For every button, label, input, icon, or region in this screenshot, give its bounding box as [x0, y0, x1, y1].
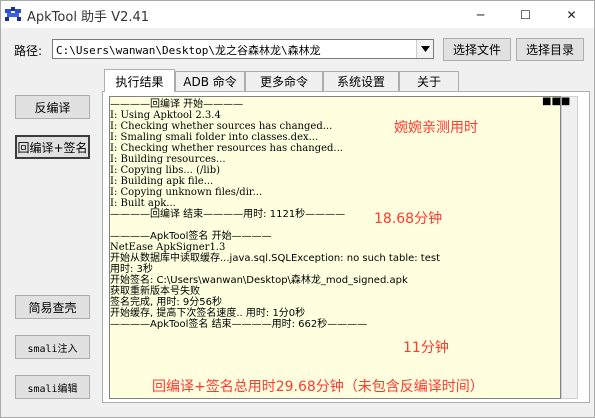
log-output[interactable]: ————回编译 开始———— I: Using Apktool 2.3.4 I:…	[109, 96, 561, 399]
shell-check-button[interactable]: 简易查壳	[15, 295, 90, 319]
window-title: ApkTool 助手 V2.41	[27, 10, 150, 25]
log-scrollbar[interactable]	[561, 96, 578, 399]
log-line: 用时: 3秒	[110, 264, 153, 275]
log-line: I: Smaling smali folder into classes.dex…	[110, 132, 319, 143]
log-line: I: Copying libs... (/lib)	[110, 165, 221, 176]
path-value: C:\Users\wanwan\Desktop\龙之谷森林龙\森林龙	[56, 44, 321, 57]
log-line: 开始从数据库中读取缓存...java.sql.SQLException: no …	[110, 253, 441, 264]
maximize-button[interactable]: ☐	[503, 1, 548, 28]
annotation-sign-time: 11分钟	[403, 340, 449, 356]
minimize-icon: ─	[476, 7, 485, 22]
log-line: 开始缓存, 提高下次签名速度.. 用时: 1分0秒	[110, 308, 306, 319]
recompile-sign-button[interactable]: 回编译+签名	[15, 135, 90, 159]
annotation-total-time: 回编译+签名总用时29.68分钟（未包含反编译时间）	[152, 379, 484, 395]
app-logo-icon	[5, 7, 21, 21]
annotation-measured-by: 婉婉亲测用时	[394, 120, 478, 136]
select-file-button[interactable]: 选择文件	[443, 38, 511, 61]
log-line: I: Checking whether sources has changed.…	[110, 121, 333, 132]
log-line: NetEase ApkSigner1.3	[110, 242, 226, 253]
chevron-down-icon	[420, 46, 430, 52]
smali-inject-button[interactable]: smali注入	[15, 335, 90, 359]
log-line: I: Building apk file...	[110, 176, 214, 187]
log-line: ————ApkTool签名 开始————	[110, 231, 272, 242]
tab-adb-commands[interactable]: ADB 命令	[175, 71, 245, 91]
log-line: 获取重新版本号失败	[110, 286, 200, 297]
combo-dropdown-button[interactable]	[416, 40, 433, 58]
title-bar: ApkTool 助手 V2.41 ─ ☐ ✕	[1, 1, 594, 28]
log-line: 签名完成, 用时: 9分56秒	[110, 297, 222, 308]
log-line: I: Built apk...	[110, 198, 176, 209]
smali-edit-button[interactable]: smali编辑	[15, 375, 90, 399]
log-line: 开始签名: C:\Users\wanwan\Desktop\森林龙_mod_si…	[110, 275, 408, 286]
log-line: ————回编译 结束————用时: 1121秒————	[110, 209, 346, 220]
tab-results[interactable]: 执行结果	[104, 69, 175, 92]
maximize-icon: ☐	[520, 7, 531, 22]
log-line: I: Copying unknown files/dir...	[110, 187, 263, 198]
minimize-button[interactable]: ─	[458, 1, 503, 28]
more-menu-icon[interactable]: ■■■	[542, 97, 570, 108]
log-line: ————ApkTool签名 结束————用时: 662秒————	[110, 319, 368, 330]
tab-more-commands[interactable]: 更多命令	[245, 71, 323, 91]
tab-about[interactable]: 关于	[399, 71, 459, 91]
tab-settings[interactable]: 系统设置	[323, 71, 399, 91]
apktool-window: ApkTool 助手 V2.41 ─ ☐ ✕ 路径: C:\Users\wanw…	[0, 0, 595, 418]
decompile-button[interactable]: 反编译	[15, 95, 90, 119]
select-directory-button[interactable]: 选择目录	[516, 38, 584, 61]
annotation-recompile-time: 18.68分钟	[374, 211, 443, 227]
log-line: I: Using Apktool 2.3.4	[110, 110, 221, 121]
path-combobox[interactable]: C:\Users\wanwan\Desktop\龙之谷森林龙\森林龙	[52, 39, 434, 59]
path-label: 路径:	[14, 44, 43, 58]
log-line: ————回编译 开始————	[110, 99, 244, 110]
log-line: I: Checking whether resources has change…	[110, 143, 343, 154]
close-button[interactable]: ✕	[549, 1, 594, 28]
close-icon: ✕	[566, 7, 577, 22]
log-line: I: Building resources...	[110, 154, 226, 165]
